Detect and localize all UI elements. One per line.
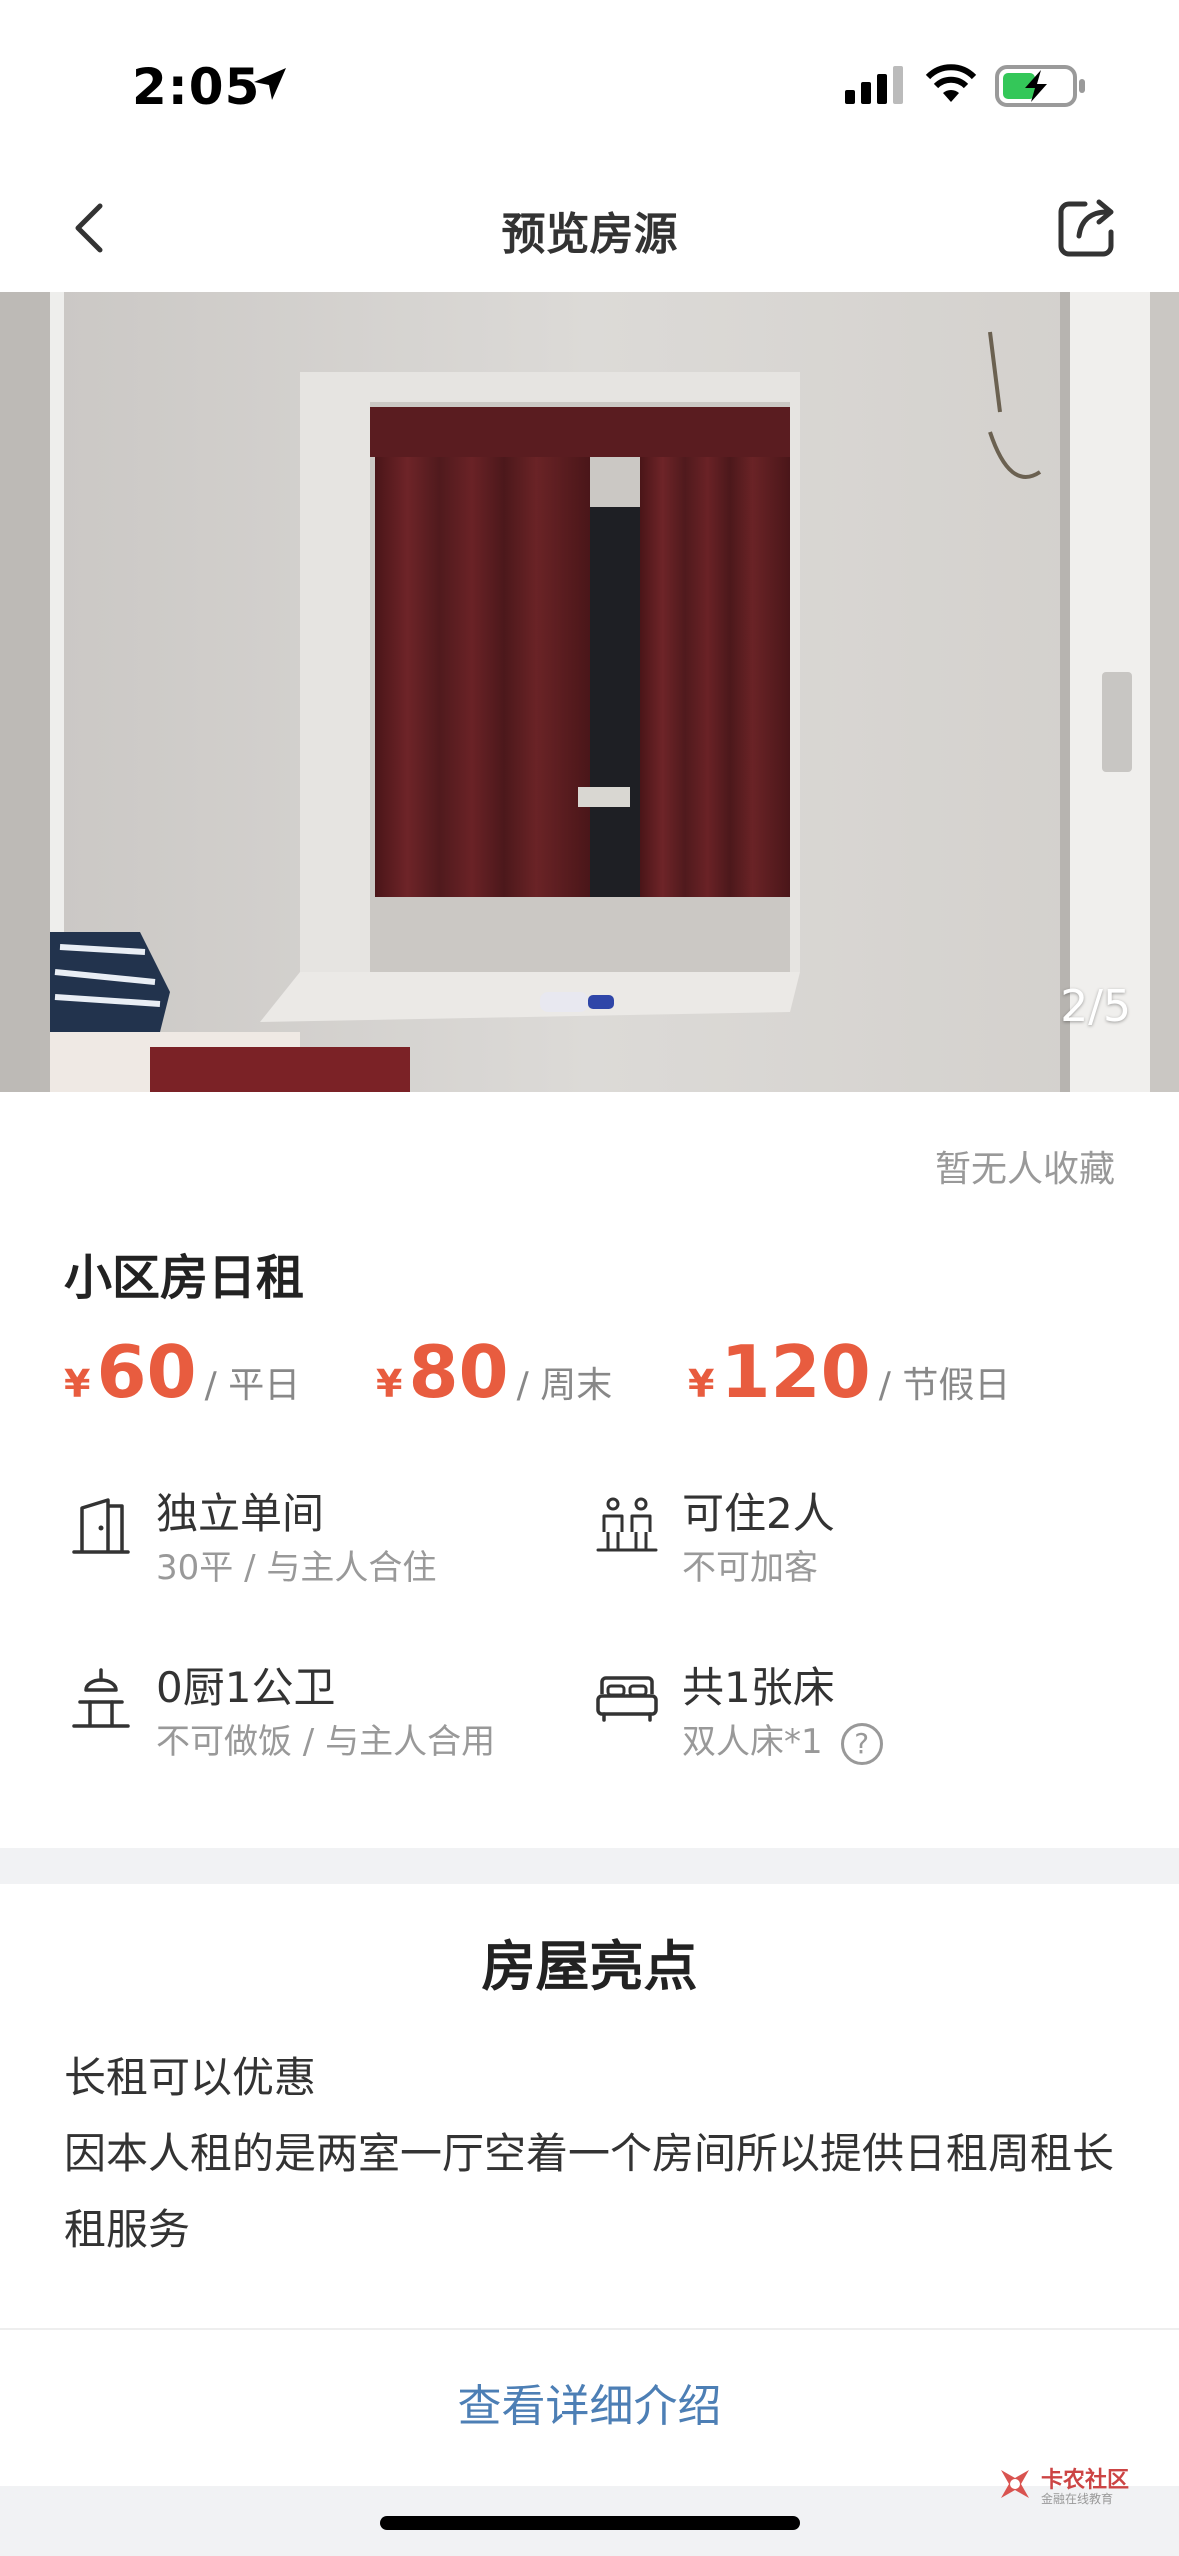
feature-detail: 30平 / 与主人合住 bbox=[156, 1548, 437, 1588]
section-divider bbox=[0, 1848, 1179, 1884]
price-unit: / 平日 bbox=[204, 1365, 301, 1406]
location-arrow-icon bbox=[254, 68, 286, 100]
wifi-icon bbox=[925, 64, 977, 102]
price-weekend: ¥80/ 周末 bbox=[376, 1330, 612, 1414]
price-value: 120 bbox=[720, 1330, 871, 1414]
feature-title: 共1张床 bbox=[682, 1663, 835, 1712]
feature-guests: 可住2人 不可加客 bbox=[594, 1480, 1114, 1600]
feature-detail: 不可做饭 / 与主人合用 bbox=[156, 1722, 496, 1762]
shower-icon bbox=[72, 1668, 130, 1728]
feature-title: 独立单间 bbox=[156, 1489, 325, 1538]
photo-counter: 2/5 bbox=[1060, 981, 1131, 1032]
navigation-bar: 预览房源 bbox=[0, 170, 1179, 292]
currency-symbol: ¥ bbox=[376, 1362, 403, 1406]
currency-symbol: ¥ bbox=[688, 1362, 715, 1406]
status-bar: 2:05 bbox=[0, 0, 1179, 170]
feature-title: 可住2人 bbox=[682, 1489, 835, 1538]
help-icon[interactable]: ? bbox=[840, 1722, 883, 1765]
status-time: 2:05 bbox=[132, 58, 261, 116]
price-weekday: ¥60/ 平日 bbox=[64, 1330, 300, 1414]
page-title: 预览房源 bbox=[501, 209, 678, 260]
highlights-description: 长租可以优惠 因本人租的是两室一厅空着一个房间所以提供日租周租长租服务 bbox=[64, 2040, 1124, 2268]
highlights-title: 房屋亮点 bbox=[481, 1935, 698, 1998]
share-icon[interactable] bbox=[1055, 196, 1119, 260]
feature-detail: 不可加客 bbox=[682, 1548, 818, 1588]
bed-detail-text: 双人床*1 bbox=[682, 1722, 823, 1762]
people-icon bbox=[596, 1497, 658, 1552]
price-value: 80 bbox=[408, 1330, 509, 1414]
door-icon bbox=[72, 1498, 130, 1554]
divider-line bbox=[0, 2328, 1179, 2330]
feature-beds: 共1张床 双人床*1? bbox=[594, 1654, 1114, 1774]
price-unit: / 周末 bbox=[516, 1365, 613, 1406]
listing-name: 小区房日租 bbox=[64, 1250, 305, 1306]
feature-room-type: 独立单间 30平 / 与主人合住 bbox=[68, 1480, 568, 1600]
bed-icon bbox=[596, 1676, 658, 1722]
highlight-line: 长租可以优惠 bbox=[64, 2053, 317, 2102]
battery-charging-icon bbox=[995, 65, 1085, 107]
home-indicator[interactable] bbox=[380, 2516, 800, 2530]
highlight-line: 因本人租的是两室一厅空着一个房间所以提供日租周租长租服务 bbox=[64, 2129, 1115, 2254]
favorites-status: 暂无人收藏 bbox=[934, 1149, 1115, 1190]
watermark-logo-icon bbox=[1001, 2470, 1029, 2498]
price-value: 60 bbox=[96, 1330, 197, 1414]
listing-preview-page: 2:05 预览房源 2/5 暂无人收藏 小区房日租 ¥60 / 平日 ¥80 /… bbox=[0, 0, 1179, 2556]
price-row: ¥60/ 平日 ¥80/ 周末 ¥120/ 节假日 bbox=[64, 1330, 1124, 1430]
feature-title: 0厨1公卫 bbox=[156, 1663, 336, 1712]
currency-symbol: ¥ bbox=[64, 1362, 91, 1406]
room-photo bbox=[0, 292, 1179, 1092]
price-holiday: ¥120/ 节假日 bbox=[688, 1330, 1010, 1414]
watermark-subtitle: 金融在线教育 bbox=[1041, 2492, 1114, 2506]
view-details-link[interactable]: 查看详细介绍 bbox=[0, 2370, 1179, 2434]
listing-photo-carousel[interactable]: 2/5 bbox=[0, 292, 1179, 1092]
price-unit: / 节假日 bbox=[878, 1365, 1011, 1406]
feature-kitchen-bath: 0厨1公卫 不可做饭 / 与主人合用 bbox=[68, 1654, 568, 1774]
feature-detail: 双人床*1? bbox=[682, 1714, 883, 1765]
cellular-signal-icon bbox=[845, 66, 903, 104]
